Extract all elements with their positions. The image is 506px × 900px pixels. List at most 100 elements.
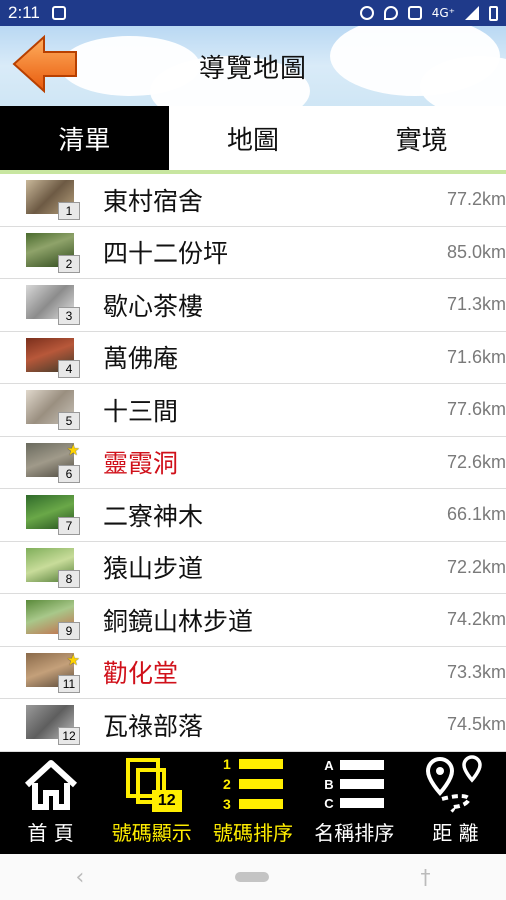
network-type: 4G⁺ — [431, 6, 455, 20]
spot-thumbnail: 1 — [26, 180, 80, 220]
system-nav-bar: ‹ † — [0, 854, 506, 900]
sort-name-label: 名稱排序 — [314, 821, 395, 845]
spot-number-badge: 7 — [58, 517, 80, 535]
show-number-label: 號碼顯示 — [111, 821, 192, 845]
spot-distance: 71.3km — [446, 294, 506, 315]
spot-distance: 71.6km — [446, 346, 506, 367]
sort-by-name-button[interactable]: A B C 名稱排序 — [304, 752, 405, 854]
sort-letter: C — [324, 795, 334, 811]
show-number-icon: 12 — [122, 756, 182, 812]
spot-number-badge: 4 — [58, 359, 80, 378]
list-item[interactable]: 6 ★ 靈霞洞 72.6km — [0, 437, 506, 489]
spot-thumbnail: 3 — [26, 285, 80, 325]
spot-distance: 73.3km — [446, 661, 506, 682]
list-item[interactable]: 2 四十二份坪 85.0km — [0, 227, 506, 279]
spot-name: 十三間 — [103, 396, 179, 426]
spot-name: 銅鏡山林步道 — [103, 606, 254, 636]
spot-distance: 72.2km — [446, 556, 506, 577]
sort-number-icon: 1 2 3 — [223, 756, 283, 812]
list-item[interactable]: 4 萬佛庵 71.6km — [0, 332, 506, 384]
spot-name: 四十二份坪 — [103, 239, 229, 269]
spot-number-badge: 9 — [58, 622, 80, 640]
home-button[interactable]: 首 頁 — [0, 752, 101, 854]
spot-thumbnail: 5 — [26, 390, 80, 430]
spot-distance: 72.6km — [446, 451, 506, 472]
sort-letter: B — [324, 776, 334, 792]
list-item[interactable]: 9 銅鏡山林步道 74.2km — [0, 594, 506, 647]
spot-number-badge: 2 — [58, 254, 80, 273]
spot-thumbnail: 9 — [26, 600, 80, 640]
accessibility-icon[interactable]: † — [420, 865, 430, 889]
home-icon — [24, 760, 77, 810]
list-item[interactable]: 3 歇心茶樓 71.3km — [0, 279, 506, 332]
spot-name: 萬佛庵 — [103, 344, 179, 374]
sort-name-icon: A B C — [324, 757, 385, 811]
tab-map[interactable]: 地圖 — [169, 106, 338, 170]
list-item[interactable]: 7 二寮神木 66.1km — [0, 489, 506, 542]
status-bar: 2:11 4G⁺ — [0, 0, 506, 26]
spot-name: 二寮神木 — [103, 501, 204, 531]
spot-thumbnail: 2 — [26, 232, 80, 273]
page-title: 導覽地圖 — [198, 54, 307, 84]
list-item[interactable]: 12 瓦祿部落 74.5km — [0, 699, 506, 752]
spot-number-badge: 5 — [58, 412, 80, 430]
status-icons: 4G⁺ — [359, 5, 498, 21]
sort-letter: A — [324, 757, 334, 773]
sort-by-number-button[interactable]: 1 2 3 號碼排序 — [202, 752, 303, 854]
spot-distance: 77.2km — [446, 189, 506, 210]
vibrate-icon — [407, 6, 422, 20]
distance-button[interactable]: 距 離 — [405, 752, 506, 854]
sort-digit: 2 — [223, 776, 231, 792]
route-icon — [426, 755, 483, 813]
spot-thumbnail: 6 ★ — [26, 442, 80, 483]
spot-number-badge: 6 — [58, 464, 80, 483]
spot-thumbnail: 8 — [26, 547, 80, 588]
list-item[interactable]: 11 ★ 勸化堂 73.3km — [0, 647, 506, 699]
spot-number-badge: 12 — [58, 727, 80, 745]
sort-number-label: 號碼排序 — [213, 821, 293, 845]
star-icon: ★ — [66, 442, 80, 459]
tab-ar[interactable]: 實境 — [337, 106, 506, 170]
sort-digit: 3 — [223, 796, 231, 812]
list-item[interactable]: 8 猿山步道 72.2km — [0, 542, 506, 594]
spot-number-badge: 3 — [58, 307, 80, 325]
spot-thumbnail: 7 — [26, 495, 80, 535]
spot-list: 1 東村宿舍 77.2km 2 四十二份坪 85.0km 3 歇心茶樓 71.3km 4 萬佛庵 71… — [0, 174, 506, 752]
spot-distance: 74.2km — [446, 609, 506, 630]
nav-home-pill-icon[interactable] — [235, 872, 270, 882]
signal-icon — [465, 6, 479, 20]
view-tabs: 清單 地圖 實境 — [0, 106, 506, 174]
distance-label: 距 離 — [432, 821, 479, 845]
spot-thumbnail: 11 ★ — [26, 652, 80, 693]
notification-icon — [51, 6, 66, 20]
list-item[interactable]: 5 十三間 77.6km — [0, 384, 506, 437]
home-label: 首 頁 — [27, 821, 74, 845]
spot-distance: 85.0km — [446, 241, 506, 262]
location-icon — [383, 6, 398, 20]
app-header: 導覽地圖 — [0, 26, 506, 106]
show-number-badge: 12 — [151, 790, 182, 812]
spot-name: 瓦祿部落 — [103, 711, 204, 741]
alarm-icon — [359, 6, 374, 20]
spot-distance: 66.1km — [446, 504, 506, 525]
spot-name: 東村宿舍 — [103, 186, 204, 216]
battery-icon — [489, 5, 498, 21]
spot-number-badge: 11 — [58, 674, 80, 693]
star-icon: ★ — [66, 652, 80, 669]
tab-list[interactable]: 清單 — [0, 106, 169, 170]
status-time: 2:11 — [8, 3, 40, 22]
spot-name: 靈霞洞 — [103, 449, 179, 479]
sort-digit: 1 — [223, 756, 231, 772]
spot-name: 猿山步道 — [103, 554, 204, 584]
spot-thumbnail: 12 — [26, 705, 80, 745]
spot-name: 歇心茶樓 — [103, 291, 204, 321]
spot-thumbnail: 4 — [26, 337, 80, 378]
spot-distance: 74.5km — [446, 714, 506, 735]
spot-number-badge: 8 — [58, 569, 80, 588]
show-number-button[interactable]: 12 號碼顯示 — [101, 752, 202, 854]
list-item[interactable]: 1 東村宿舍 77.2km — [0, 174, 506, 227]
bottom-toolbar: 首 頁 12 號碼顯示 1 2 3 號碼排序 A B C 名稱排序 距 離 — [0, 752, 506, 854]
nav-back-icon[interactable]: ‹ — [76, 865, 85, 890]
spot-distance: 77.6km — [446, 399, 506, 420]
spot-number-badge: 1 — [58, 202, 80, 220]
